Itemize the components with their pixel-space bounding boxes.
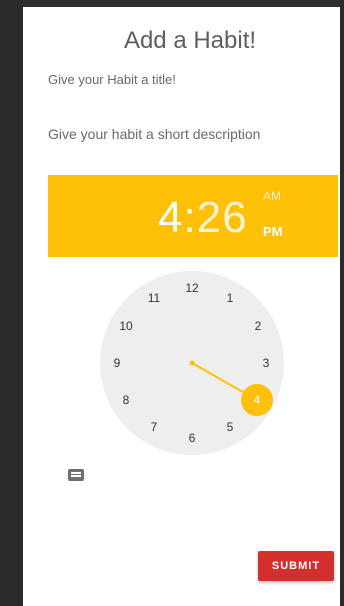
dial-number-6[interactable]: 6	[189, 431, 196, 445]
dial-number-9[interactable]: 9	[114, 356, 121, 370]
dial-number-1[interactable]: 1	[227, 291, 234, 305]
dial-number-11[interactable]: 11	[148, 291, 161, 305]
submit-button[interactable]: SUBMIT	[258, 551, 334, 581]
dial-number-2[interactable]: 2	[255, 319, 262, 333]
clock-center	[189, 360, 195, 366]
clock-dial[interactable]: 12 1 2 3 4 5 6 7 8 9 10 11	[23, 7, 340, 606]
dial-number-5[interactable]: 5	[227, 420, 234, 434]
right-edge	[340, 0, 344, 606]
dial-number-4[interactable]: 4	[254, 393, 261, 407]
left-edge	[0, 0, 23, 606]
top-edge	[23, 0, 340, 7]
dial-number-12[interactable]: 12	[185, 281, 199, 295]
keyboard-icon[interactable]	[68, 469, 84, 481]
dial-number-10[interactable]: 10	[119, 319, 133, 333]
dial-number-8[interactable]: 8	[123, 393, 130, 407]
add-habit-dialog: Add a Habit! Give your Habit a title! Gi…	[23, 7, 340, 606]
dial-number-3[interactable]: 3	[263, 356, 270, 370]
dial-number-7[interactable]: 7	[151, 420, 158, 434]
